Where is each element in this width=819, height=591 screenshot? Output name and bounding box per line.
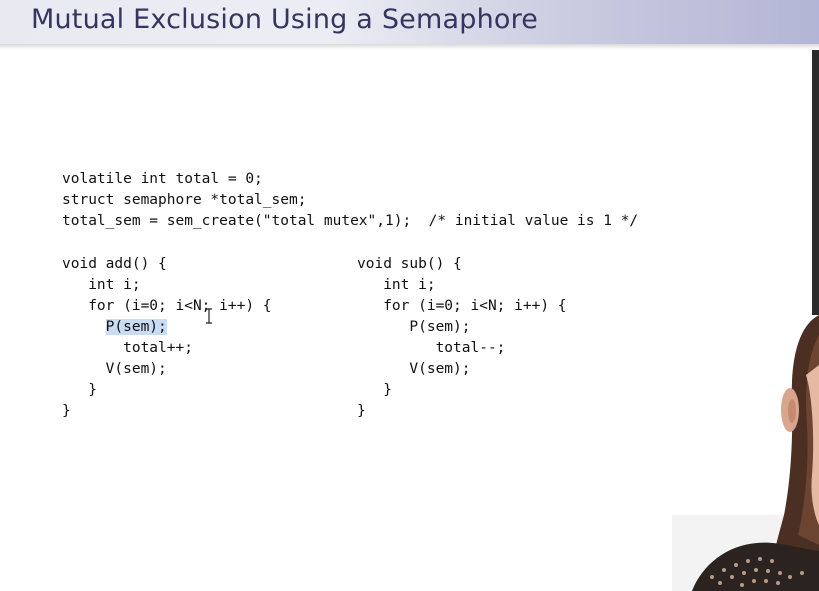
code-line: V(sem); — [62, 361, 167, 377]
code-line: total++; — [62, 340, 193, 356]
window-edge-divider — [812, 50, 819, 360]
code-block-declarations: volatile int total = 0; struct semaphore … — [62, 169, 638, 232]
code-line: void add() { — [62, 256, 167, 272]
code-line: struct semaphore *total_sem; — [62, 192, 307, 208]
code-line: P(sem); — [357, 319, 471, 335]
code-line: } — [62, 382, 97, 398]
code-line: } — [357, 382, 392, 398]
code-line: volatile int total = 0; — [62, 171, 263, 187]
code-line: for (i=0; i<N; i++) { — [357, 298, 567, 314]
code-line-highlighted: P(sem); — [62, 317, 272, 338]
code-line: void sub() { — [357, 256, 462, 272]
code-line: int i; — [357, 277, 436, 293]
code-block-sub-function: void sub() { int i; for (i=0; i<N; i++) … — [357, 254, 567, 422]
code-line: total_sem = sem_create("total mutex",1);… — [62, 213, 639, 229]
slide-title: Mutual Exclusion Using a Semaphore — [31, 4, 539, 35]
text-cursor-icon — [206, 308, 212, 324]
code-line: for (i=0; i<N; i++) { — [62, 298, 272, 314]
code-line: V(sem); — [357, 361, 471, 377]
presenter-video-thumbnail — [672, 315, 819, 591]
title-bar-shadow — [0, 44, 819, 50]
slide-title-bar: Mutual Exclusion Using a Semaphore — [0, 0, 819, 45]
code-line: } — [62, 403, 71, 419]
code-line: int i; — [62, 277, 141, 293]
code-block-add-function: void add() { int i; for (i=0; i<N; i++) … — [62, 254, 272, 422]
code-line: } — [357, 403, 366, 419]
text-selection-highlight[interactable]: P(sem); — [105, 319, 167, 335]
code-line: total--; — [357, 340, 506, 356]
